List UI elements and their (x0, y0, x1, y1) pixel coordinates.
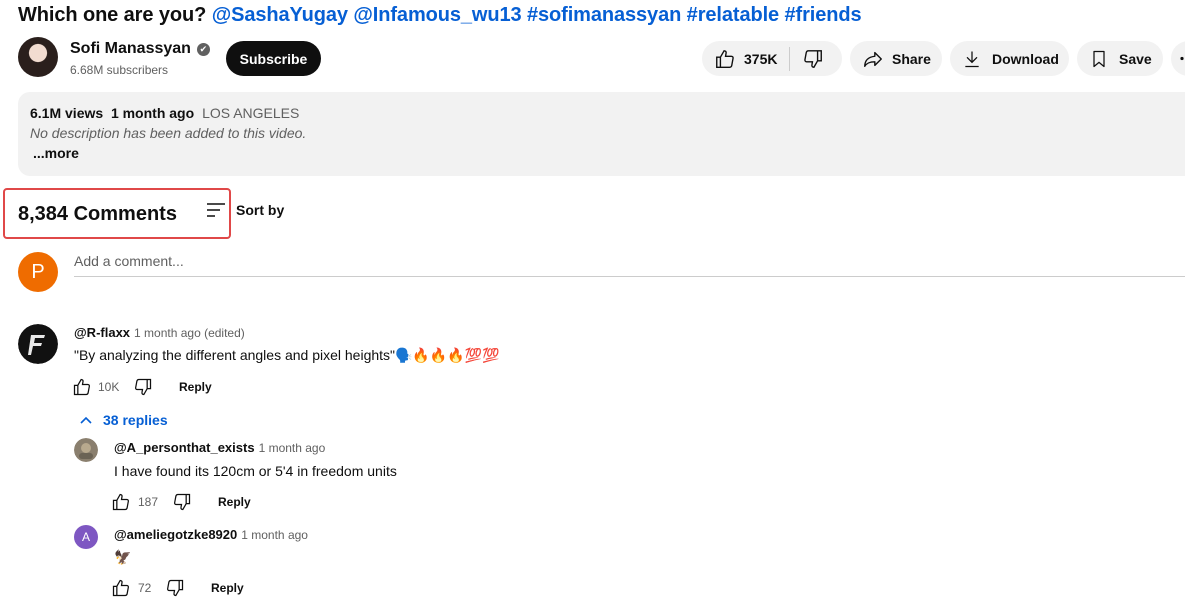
channel-avatar[interactable] (18, 37, 58, 77)
channel-name-text[interactable]: Sofi Manassyan (70, 40, 191, 57)
comment-time[interactable]: 1 month ago (edited) (134, 326, 245, 340)
reply-reply-button[interactable]: Reply (211, 581, 244, 595)
reply-text: I have found its 120cm or 5'4 in freedom… (114, 463, 397, 479)
reply-like-icon[interactable] (111, 492, 131, 512)
reply-author-name[interactable]: @A_personthat_exists (114, 440, 255, 455)
like-button[interactable]: 375K (702, 41, 777, 76)
comment-like-count: 10K (98, 380, 120, 394)
comments-count: 8,384 Comments (18, 203, 177, 225)
comment-text: "By analyzing the different angles and p… (74, 347, 500, 363)
reply-avatar-image (74, 438, 98, 462)
save-label: Save (1119, 50, 1152, 67)
reply-dislike-icon[interactable] (165, 578, 185, 598)
replies-count[interactable]: 38 replies (103, 412, 168, 428)
more-horizontal-icon (1180, 56, 1184, 61)
description-meta: 6.1M views 1 month ago LOS ANGELES (30, 105, 299, 121)
comment-dislike-icon[interactable] (133, 377, 153, 397)
download-button[interactable]: Download (950, 41, 1069, 76)
like-dislike-group: 375K (702, 41, 842, 76)
reply-author[interactable]: @A_personthat_exists 1 month ago (114, 440, 325, 455)
share-icon (864, 51, 882, 67)
dislike-button[interactable] (790, 48, 824, 70)
reply-like-count: 72 (138, 581, 152, 595)
channel-name[interactable]: Sofi Manassyan ✔ (70, 40, 210, 58)
view-count: 6.1M views (30, 105, 104, 121)
reply-author-name[interactable]: @ameliegotzke8920 (114, 527, 237, 542)
download-label: Download (992, 50, 1059, 67)
reply-like-count: 187 (138, 495, 159, 509)
reply-reply-button[interactable]: Reply (218, 495, 251, 509)
reply-avatar[interactable]: A (74, 525, 98, 549)
reply-dislike-icon[interactable] (172, 492, 192, 512)
comment-avatar[interactable] (18, 324, 58, 364)
comment-author-name[interactable]: @R-flaxx (74, 325, 130, 340)
save-button[interactable]: Save (1077, 41, 1163, 76)
replies-toggle[interactable]: 38 replies (79, 412, 168, 428)
comment-like-icon[interactable] (72, 377, 92, 397)
sort-by-button[interactable]: Sort by (236, 202, 284, 218)
download-icon (965, 51, 979, 67)
reply-text: 🦅 (114, 549, 132, 565)
thumbs-down-icon (804, 49, 823, 68)
reply-avatar[interactable] (74, 438, 98, 462)
current-user-avatar: P (18, 252, 58, 292)
video-title: Which one are you? @SashaYugay @Infamous… (18, 4, 862, 27)
upload-age: 1 month ago (110, 105, 195, 121)
share-label: Share (892, 50, 931, 67)
comment-author[interactable]: @R-flaxx 1 month ago (edited) (74, 325, 245, 340)
subscribe-button[interactable]: Subscribe (226, 41, 321, 76)
comment-reply-button[interactable]: Reply (179, 380, 212, 394)
add-comment-underline (74, 276, 1185, 277)
subscriber-count: 6.68M subscribers (70, 63, 169, 77)
chevron-up-icon (80, 416, 92, 424)
description-more-link[interactable]: ...more (33, 145, 79, 161)
more-actions-button[interactable] (1171, 41, 1185, 76)
reply-like-icon[interactable] (111, 578, 131, 598)
location-tag[interactable]: LOS ANGELES (202, 105, 299, 121)
video-title-hashtags[interactable]: @SashaYugay @Infamous_wu13 #sofimanassya… (212, 4, 862, 26)
thumbs-up-icon (716, 49, 734, 68)
like-count: 375K (744, 50, 778, 67)
add-comment-input[interactable]: Add a comment... (74, 253, 184, 269)
bookmark-icon (1093, 50, 1105, 67)
rflaxx-logo-icon (18, 324, 58, 364)
video-title-text: Which one are you? (18, 4, 212, 26)
description-text: No description has been added to this vi… (30, 125, 307, 141)
reply-time[interactable]: 1 month ago (259, 441, 326, 455)
sort-icon[interactable] (205, 201, 227, 221)
share-button[interactable]: Share (850, 41, 942, 76)
reply-author[interactable]: @ameliegotzke8920 1 month ago (114, 527, 308, 542)
reply-time[interactable]: 1 month ago (241, 528, 308, 542)
verified-icon: ✔ (196, 43, 210, 56)
